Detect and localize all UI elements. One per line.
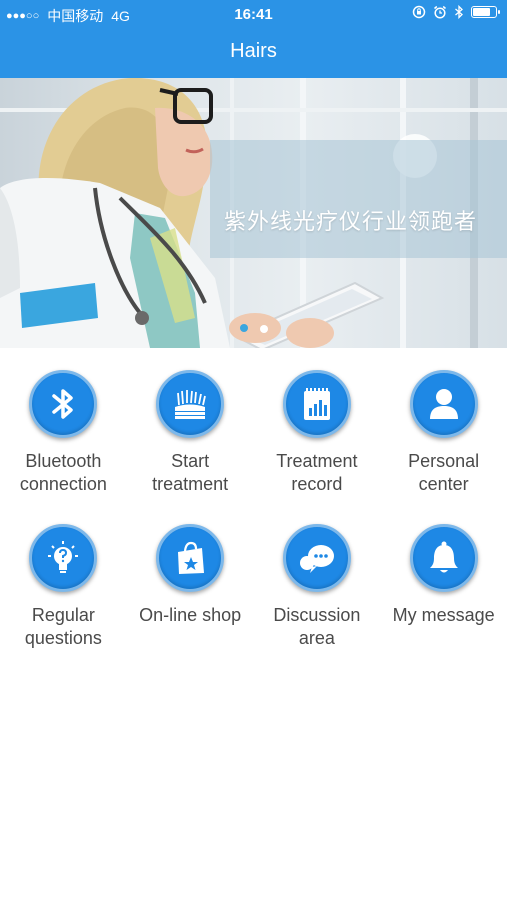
personal-center-label: Personal center	[408, 451, 480, 494]
rotation-lock-icon	[412, 5, 426, 19]
online-shop-label: On-line shop	[139, 605, 242, 625]
chat-bubble-icon	[282, 524, 351, 592]
lightbulb-question-icon	[29, 524, 98, 592]
alarm-icon	[434, 5, 446, 19]
discussion-area-label: Discussion area	[273, 605, 361, 648]
regular-questions-button[interactable]: Regular questions	[0, 524, 127, 650]
battery-level	[473, 8, 490, 16]
start-treatment-label: Start treatment	[152, 451, 229, 494]
bluetooth-status-icon	[455, 5, 463, 19]
regular-questions-label: Regular questions	[24, 605, 102, 648]
bluetooth-connection-label: Bluetooth connection	[19, 451, 107, 494]
banner[interactable]: 紫外线光疗仪行业领跑者	[0, 78, 507, 348]
bluetooth-connection-button[interactable]: Bluetooth connection	[0, 370, 127, 496]
my-message-button[interactable]: My message	[380, 524, 507, 650]
online-shop-button[interactable]: On-line shop	[127, 524, 254, 650]
status-bar: ●●●○○ 中国移动 4G 16:41	[0, 0, 507, 28]
bluetooth-icon	[29, 370, 98, 438]
feature-grid: Bluetooth connection Start treatment Tre	[0, 370, 507, 650]
my-message-label: My message	[392, 605, 495, 625]
status-right	[412, 5, 500, 19]
shopping-bag-icon	[156, 524, 225, 592]
personal-center-button[interactable]: Personal center	[380, 370, 507, 496]
user-icon	[409, 370, 478, 438]
calendar-chart-icon	[282, 370, 351, 438]
hair-follicle-icon	[156, 370, 225, 438]
bell-icon	[409, 524, 478, 592]
treatment-record-button[interactable]: Treatment record	[254, 370, 381, 496]
page-title: Hairs	[230, 40, 277, 62]
discussion-area-button[interactable]: Discussion area	[254, 524, 381, 650]
banner-caption-strip	[210, 140, 507, 258]
battery-icon	[471, 6, 500, 18]
banner-slogan: 紫外线光疗仪行业领跑者	[224, 209, 478, 234]
start-treatment-button[interactable]: Start treatment	[127, 370, 254, 496]
treatment-record-label: Treatment record	[276, 451, 358, 494]
nav-bar: Hairs	[0, 28, 507, 78]
